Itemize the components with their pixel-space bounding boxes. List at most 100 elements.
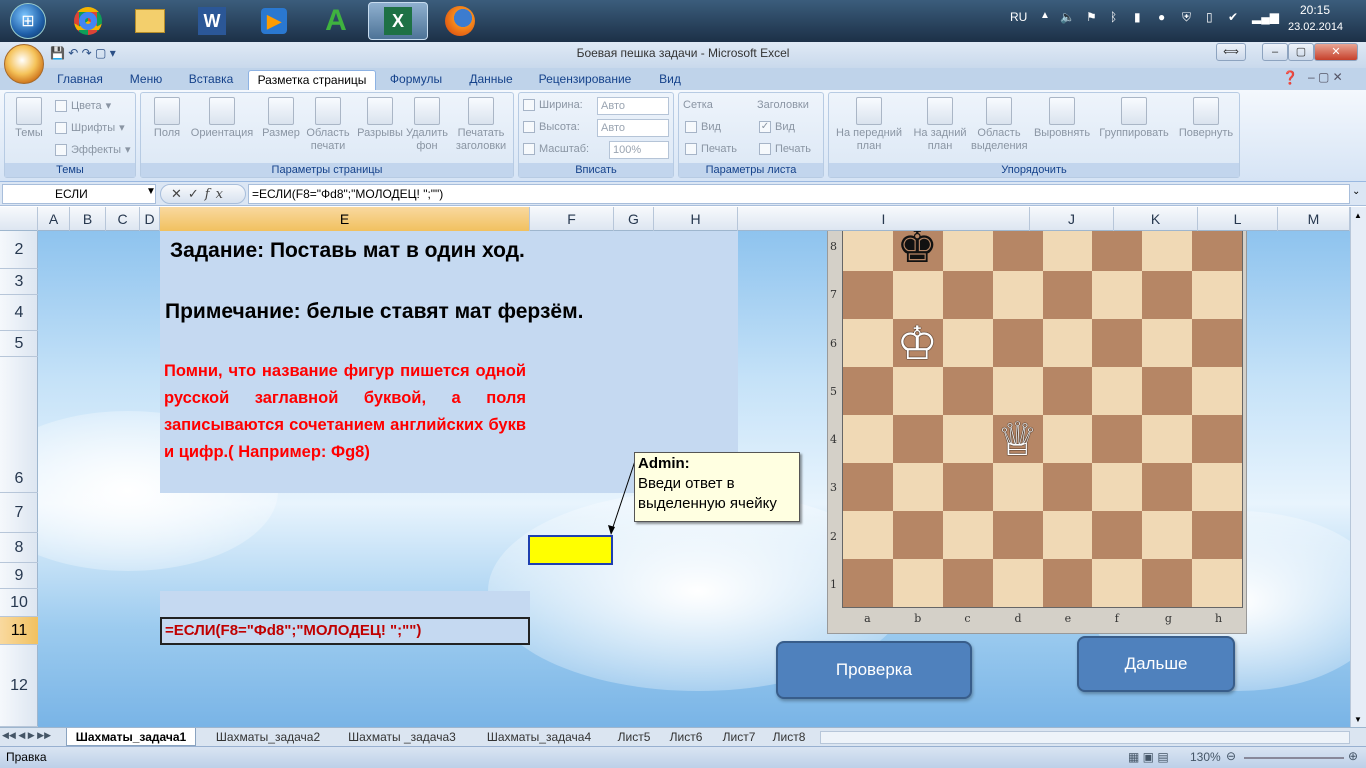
tab-formulas[interactable]: Формулы <box>382 70 450 90</box>
column-header[interactable]: K <box>1114 207 1198 231</box>
row-header[interactable]: 6 <box>0 357 38 493</box>
word-icon[interactable]: W <box>182 2 242 40</box>
check-tray-icon[interactable]: ✔ <box>1228 10 1238 24</box>
name-box-dropdown-icon[interactable]: ▼ <box>146 186 156 197</box>
shield-icon[interactable]: ⛨ <box>1182 10 1191 25</box>
gridlines-view-checkbox[interactable]: Вид <box>685 121 721 133</box>
row-header[interactable]: 7 <box>0 493 38 533</box>
send-backward-button[interactable]: На задний план <box>907 97 973 153</box>
colors-button[interactable]: Цвета ▾ <box>55 99 111 112</box>
column-header[interactable]: E <box>160 207 530 231</box>
selection-pane-button[interactable]: Область выделения <box>971 97 1028 153</box>
zoom-slider[interactable] <box>1244 757 1344 759</box>
column-header[interactable]: I <box>738 207 1030 231</box>
next-button[interactable]: Дальше <box>1077 636 1235 692</box>
formula-cell-e11[interactable]: =ЕСЛИ(F8="Фd8";"МОЛОДЕЦ! ";"") <box>160 617 530 645</box>
margins-button[interactable]: Поля <box>145 97 189 140</box>
tab-view[interactable]: Вид <box>648 70 692 90</box>
sheet-tab[interactable]: Лист6 <box>662 728 710 746</box>
check-button[interactable]: Проверка <box>776 641 972 699</box>
zoom-level[interactable]: 130% <box>1190 750 1221 764</box>
row-header[interactable]: 2 <box>0 231 38 269</box>
sheet-tab[interactable]: Шахматы_задача2 <box>210 728 326 746</box>
sheet-tab[interactable]: Шахматы_задача4 <box>478 728 600 746</box>
row-header[interactable]: 10 <box>0 589 38 617</box>
signal-icon[interactable]: ▂▄▆ <box>1252 10 1279 24</box>
width-dropdown[interactable]: Авто <box>597 97 669 115</box>
start-button[interactable]: ⊞ <box>2 1 54 41</box>
tab-data[interactable]: Данные <box>460 70 522 90</box>
column-header[interactable]: C <box>106 207 140 231</box>
excel-icon[interactable]: X <box>368 2 428 40</box>
explorer-icon[interactable] <box>120 2 180 40</box>
themes-button[interactable]: Темы <box>9 97 49 140</box>
sheet-tab[interactable]: Шахматы _задача3 <box>340 728 464 746</box>
print-area-button[interactable]: Область печати <box>301 97 355 153</box>
formula-input[interactable]: =ЕСЛИ(F8="Фd8";"МОЛОДЕЦ! ";"") <box>248 184 1350 204</box>
column-header[interactable]: A <box>38 207 70 231</box>
restore-arrows-button[interactable]: ⟺ <box>1216 43 1246 61</box>
group-button[interactable]: Группировать <box>1095 97 1173 140</box>
column-header[interactable]: F <box>530 207 614 231</box>
green-a-icon[interactable]: A <box>306 2 366 40</box>
expand-formula-icon[interactable]: ⌄ <box>1352 186 1360 197</box>
effects-button[interactable]: Эффекты ▾ <box>55 143 131 156</box>
language-indicator[interactable]: RU <box>1010 10 1027 24</box>
view-buttons[interactable]: ▦ ▣ ▤ <box>1128 750 1169 764</box>
row-header[interactable]: 8 <box>0 533 38 563</box>
delete-background-button[interactable]: Удалить фон <box>405 97 449 153</box>
sheet-tab[interactable]: Лист7 <box>715 728 763 746</box>
worksheet-area[interactable]: Задание: Поставь мат в один ход. Примеча… <box>38 231 1350 727</box>
minimize-button[interactable]: – <box>1262 43 1288 61</box>
tab-review[interactable]: Рецензирование <box>530 70 640 90</box>
chrome-tray-icon[interactable]: ● <box>1158 10 1165 24</box>
row-header[interactable]: 3 <box>0 269 38 295</box>
scroll-down-icon[interactable]: ▼ <box>1354 715 1362 724</box>
zoom-in-icon[interactable]: ⊕ <box>1348 749 1358 763</box>
bluetooth-icon[interactable]: ᛒ <box>1110 10 1117 24</box>
flag-icon[interactable]: ⚑ <box>1086 10 1097 24</box>
office-button[interactable] <box>4 44 44 84</box>
scale-spinner[interactable]: 100% <box>609 141 669 159</box>
column-header[interactable]: J <box>1030 207 1114 231</box>
formula-buttons[interactable]: ✕✓fx <box>160 184 246 204</box>
close-button[interactable]: ✕ <box>1314 43 1358 61</box>
sheet-tab[interactable]: Шахматы_задача1 <box>66 728 196 746</box>
column-header[interactable]: M <box>1278 207 1350 231</box>
column-header[interactable]: G <box>614 207 654 231</box>
quick-access-toolbar[interactable]: 💾 ↶ ↷ ▢ ▾ <box>50 46 116 60</box>
zoom-out-icon[interactable]: ⊖ <box>1226 749 1236 763</box>
clock-time[interactable]: 20:15 <box>1300 3 1330 17</box>
row-header[interactable]: 5 <box>0 331 38 357</box>
tab-page-layout[interactable]: Разметка страницы <box>248 70 376 90</box>
scroll-up-icon[interactable]: ▲ <box>1354 211 1362 220</box>
maximize-button[interactable]: ▢ <box>1288 43 1314 61</box>
rotate-button[interactable]: Повернуть <box>1173 97 1239 140</box>
orientation-button[interactable]: Ориентация <box>187 97 257 140</box>
column-header[interactable]: B <box>70 207 106 231</box>
height-dropdown[interactable]: Авто <box>597 119 669 137</box>
media-icon[interactable]: ▶ <box>244 2 304 40</box>
tab-insert[interactable]: Вставка <box>180 70 242 90</box>
firefox-icon[interactable] <box>430 2 490 40</box>
network-icon[interactable]: ▮ <box>1134 10 1141 24</box>
headings-print-checkbox[interactable]: Печать <box>759 143 811 155</box>
sheet-tab[interactable]: Лист5 <box>610 728 658 746</box>
tab-home[interactable]: Главная <box>50 70 110 90</box>
clock-date[interactable]: 23.02.2014 <box>1288 21 1343 33</box>
headings-view-checkbox[interactable]: ✓ Вид <box>759 121 795 133</box>
fonts-button[interactable]: Шрифты ▾ <box>55 121 125 134</box>
size-button[interactable]: Размер <box>259 97 303 140</box>
help-icon[interactable]: ❓ <box>1282 70 1298 86</box>
phone-icon[interactable]: ▯ <box>1206 10 1213 24</box>
vertical-scrollbar[interactable]: ▲ ▼ <box>1350 207 1366 727</box>
sheet-tab[interactable]: Лист8 <box>768 728 810 746</box>
chrome-icon[interactable] <box>58 2 118 40</box>
tray-chevron-icon[interactable]: ▲ <box>1040 10 1050 21</box>
sheet-nav-arrows[interactable]: ◀◀ ◀ ▶ ▶▶ <box>2 730 51 741</box>
breaks-button[interactable]: Разрывы <box>355 97 405 140</box>
column-header[interactable]: L <box>1198 207 1278 231</box>
column-header[interactable]: H <box>654 207 738 231</box>
column-header[interactable]: D <box>140 207 160 231</box>
print-titles-button[interactable]: Печатать заголовки <box>449 97 513 153</box>
